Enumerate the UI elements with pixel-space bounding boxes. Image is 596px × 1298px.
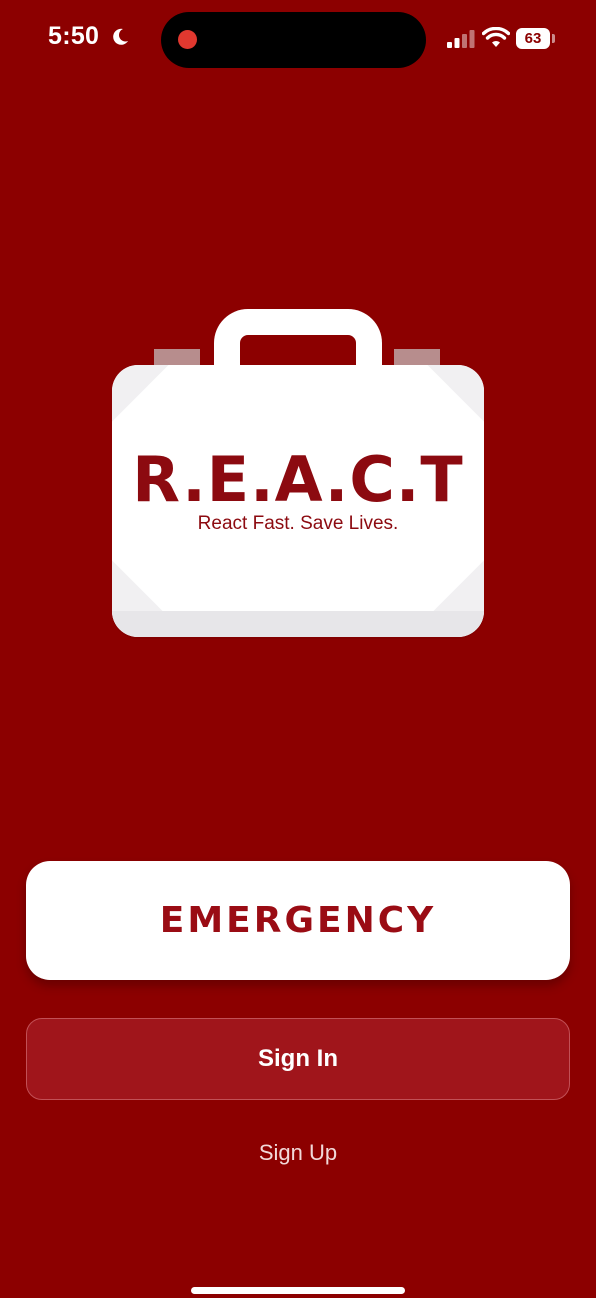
react-logo: R.E.A.C.T React Fast. Save Lives.: [110, 305, 486, 640]
logo-tagline: React Fast. Save Lives.: [197, 513, 399, 534]
dynamic-island: [161, 12, 426, 68]
emergency-button-label: EMERGENCY: [159, 900, 437, 941]
battery-tip: [552, 34, 555, 43]
case-corner: [112, 365, 169, 422]
status-time: 5:50: [48, 22, 100, 50]
cellular-signal-icon: [447, 30, 475, 48]
emergency-button[interactable]: EMERGENCY: [26, 861, 570, 980]
case-shade: [112, 611, 484, 637]
case-corner: [427, 365, 484, 422]
status-bar: 5:50 63: [0, 0, 596, 80]
briefcase-icon: R.E.A.C.T React Fast. Save Lives.: [112, 365, 484, 637]
sign-in-button-label: Sign In: [258, 1045, 338, 1072]
battery-icon: 63: [516, 28, 550, 49]
sign-up-link[interactable]: Sign Up: [0, 1140, 596, 1166]
logo-title: R.E.A.C.T: [132, 443, 464, 516]
moon-icon: [113, 28, 128, 45]
home-indicator[interactable]: [191, 1287, 405, 1294]
recording-indicator-icon: [178, 30, 197, 49]
wifi-icon: [482, 27, 510, 47]
sign-in-button[interactable]: Sign In: [26, 1018, 570, 1100]
